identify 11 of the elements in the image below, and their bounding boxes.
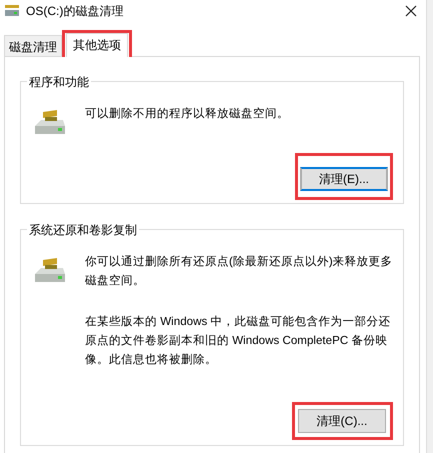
close-icon[interactable] — [405, 5, 417, 17]
group-title: 系统还原和卷影复制 — [27, 222, 139, 239]
description-text: 可以删除不用的程序以释放磁盘空间。 — [85, 106, 290, 122]
window-title: OS(C:)的磁盘清理 — [26, 2, 124, 20]
tab[interactable]: 其他选项 — [66, 33, 128, 57]
drive-icon — [4, 4, 20, 18]
cleanup-button[interactable]: 清理(E)... — [300, 167, 388, 191]
tab[interactable]: 磁盘清理 — [4, 35, 62, 56]
description-text: 在某些版本的 Windows 中，此磁盘可能包含作为一部分还原点的文件卷影副本和旧的 Windows CompletePC 备份映像。此信息也将被删除。 — [85, 314, 392, 368]
description-text: 你可以通过删除所有还原点(除最新还原点以外)来释放更多磁盘空间。 — [85, 254, 394, 289]
cleanup-button[interactable]: 清理(C)... — [298, 409, 386, 433]
